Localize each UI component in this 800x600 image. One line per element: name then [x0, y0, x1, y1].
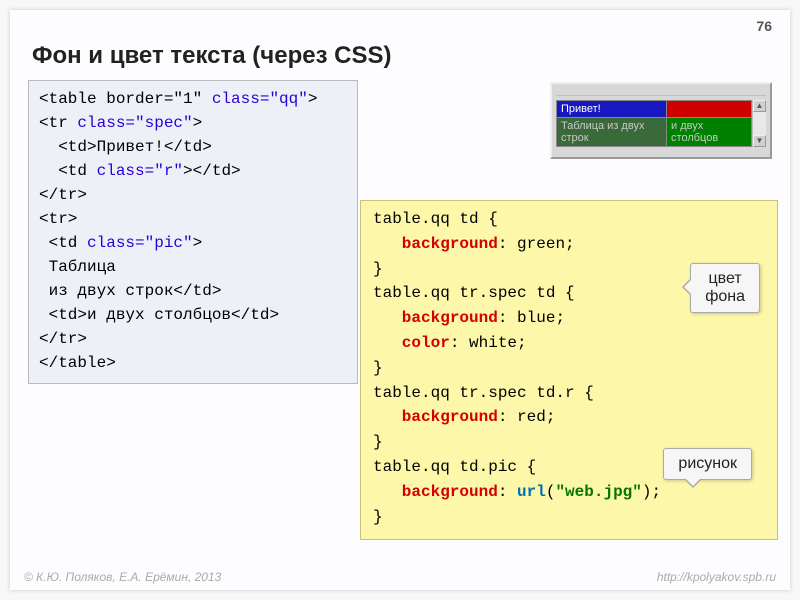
css-prop: background [373, 408, 498, 426]
preview-titlebar [556, 88, 766, 96]
code-attr: class="pic" [87, 234, 193, 252]
code-line: <tr> [39, 210, 77, 228]
code-line: } [373, 508, 383, 526]
callout-picture: рисунок [663, 448, 752, 480]
code-line: <td>Привет!</td> [39, 138, 212, 156]
code-line: > [193, 234, 203, 252]
css-prop: background [373, 483, 498, 501]
code-line: </tr> [39, 330, 87, 348]
code-line: table.qq tr.spec td.r { [373, 384, 594, 402]
code-line: : green; [498, 235, 575, 253]
code-line: : red; [498, 408, 556, 426]
code-line: <tr [39, 114, 77, 132]
preview-window: Привет! Таблица из двух строк и двух сто… [550, 82, 772, 159]
scroll-up-icon[interactable]: ▲ [753, 100, 766, 112]
slide: 76 Фон и цвет текста (через CSS) <table … [10, 10, 790, 590]
code-line: ); [642, 483, 661, 501]
code-line: table.qq td.pic { [373, 458, 536, 476]
code-line: > [308, 90, 318, 108]
code-line: } [373, 433, 383, 451]
preview-table: Привет! Таблица из двух строк и двух сто… [556, 100, 752, 147]
code-line: : blue; [498, 309, 565, 327]
css-prop: color [373, 334, 450, 352]
code-line: </tr> [39, 186, 87, 204]
code-attr: class="spec" [77, 114, 192, 132]
footer: © К.Ю. Поляков, Е.А. Ерёмин, 2013 http:/… [24, 570, 776, 584]
code-line: table.qq td { [373, 210, 498, 228]
css-prop: background [373, 235, 498, 253]
code-line: > [193, 114, 203, 132]
code-line: <td>и двух столбцов</td> [39, 306, 279, 324]
code-line: <td [39, 234, 87, 252]
css-code-block: table.qq td { background: green; } table… [360, 200, 778, 540]
scroll-down-icon[interactable]: ▼ [753, 135, 766, 147]
code-line: <table border="1" [39, 90, 212, 108]
page-number: 76 [756, 18, 772, 34]
css-func: url [517, 483, 546, 501]
code-line: Таблица [39, 258, 116, 276]
code-line: : [498, 483, 517, 501]
preview-cell-red [667, 101, 752, 118]
code-line: ></td> [183, 162, 241, 180]
html-code-block: <table border="1" class="qq"> <tr class=… [28, 80, 358, 384]
css-string: "web.jpg" [555, 483, 641, 501]
slide-title: Фон и цвет текста (через CSS) [32, 42, 392, 70]
preview-cell-tworows: Таблица из двух строк [557, 118, 667, 147]
callout-bg-color: цвет фона [690, 263, 760, 313]
code-line: table.qq tr.spec td { [373, 284, 575, 302]
code-attr: class="qq" [212, 90, 308, 108]
code-line: } [373, 260, 383, 278]
footer-url: http://kpolyakov.spb.ru [657, 570, 776, 584]
code-line: из двух строк</td> [39, 282, 221, 300]
code-line: </table> [39, 354, 116, 372]
code-line: } [373, 359, 383, 377]
preview-body: Привет! Таблица из двух строк и двух сто… [556, 100, 766, 147]
code-line: <td [39, 162, 97, 180]
css-prop: background [373, 309, 498, 327]
preview-cell-hello: Привет! [557, 101, 667, 118]
code-line: ( [546, 483, 556, 501]
footer-copyright: © К.Ю. Поляков, Е.А. Ерёмин, 2013 [24, 570, 221, 584]
preview-cell-twocols: и двух столбцов [667, 118, 752, 147]
preview-scrollbar[interactable]: ▲ ▼ [752, 100, 766, 147]
code-line: : white; [450, 334, 527, 352]
code-attr: class="r" [97, 162, 183, 180]
